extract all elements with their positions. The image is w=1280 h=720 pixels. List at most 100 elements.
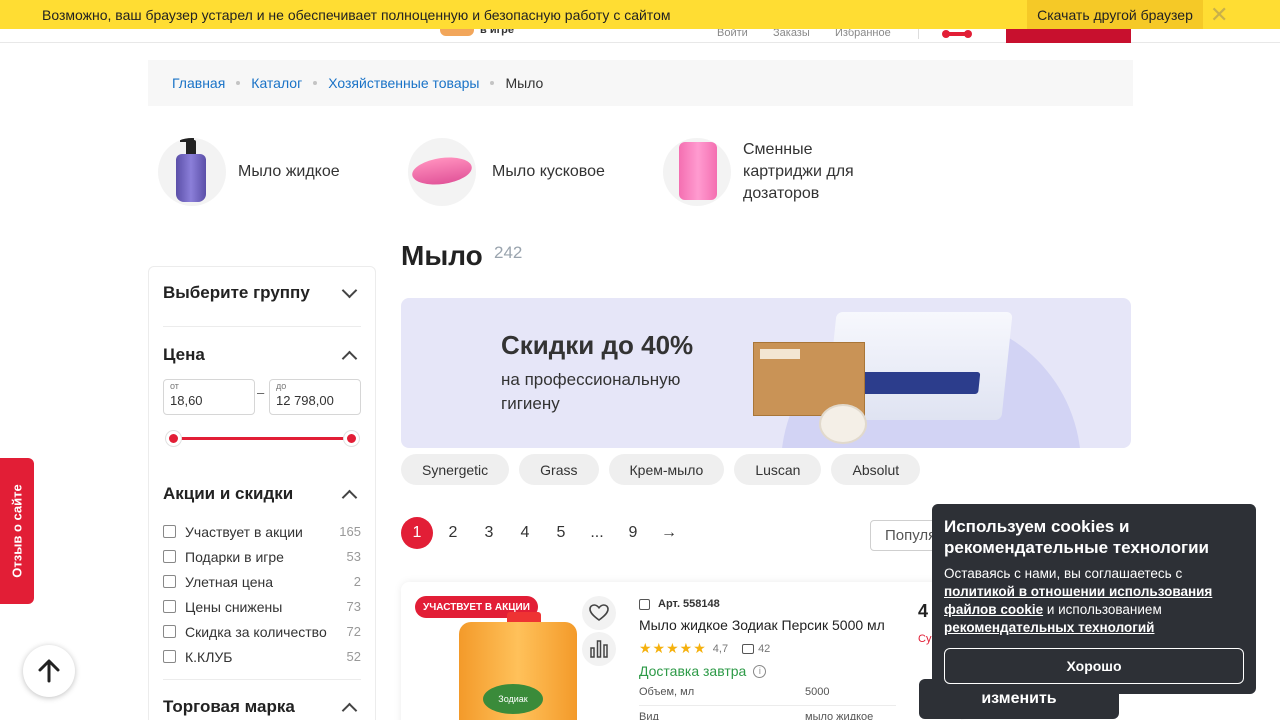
banner-subtitle: на профессиональную гигиену xyxy=(501,370,681,413)
cookie-accept-button[interactable]: Хорошо xyxy=(944,648,1244,684)
checkbox[interactable] xyxy=(163,625,176,638)
promo-banner[interactable]: Скидки до 40% на профессиональную гигиен… xyxy=(401,298,1131,448)
product-card[interactable]: УЧАСТВУЕТ В АКЦИИ Зодиак Арт. 558148 Мыл… xyxy=(401,582,961,720)
banner-title: Скидки до 40% xyxy=(501,330,694,360)
rating-value: 4,7 xyxy=(712,642,729,655)
prop-value: мыло жидкое xyxy=(805,711,874,720)
compare-icon[interactable] xyxy=(942,30,972,38)
promo-label: К.КЛУБ xyxy=(185,648,233,665)
promo-item[interactable]: Цены снижены 73 xyxy=(163,594,361,619)
brand-toggle[interactable]: Торговая марка xyxy=(163,697,361,718)
logo-image[interactable] xyxy=(440,29,474,36)
price-slider-track[interactable] xyxy=(173,437,351,440)
checkbox[interactable] xyxy=(163,575,176,588)
promo-label: Скидка за количество xyxy=(185,623,327,640)
heart-icon xyxy=(589,604,609,621)
subcategory-bar-soap[interactable]: Мыло кусковое xyxy=(408,138,605,206)
breadcrumb-household[interactable]: Хозяйственные товары xyxy=(328,75,479,91)
page-title: Мыло xyxy=(401,240,483,271)
promo-item[interactable]: Подарки в игре 53 xyxy=(163,544,361,569)
prop-key: Вид xyxy=(639,711,659,720)
promo-count: 73 xyxy=(346,599,361,614)
site-header: в игре Войти Заказы Избранное xyxy=(0,24,1280,43)
feedback-label: Отзыв о сайте xyxy=(9,484,25,578)
checkbox[interactable] xyxy=(163,550,176,563)
close-icon[interactable]: ✕ xyxy=(1210,2,1228,28)
page-9[interactable]: 9 xyxy=(615,517,651,549)
product-prop: Объем, мл 5000 xyxy=(639,686,896,698)
cookie-text-part: и использованием xyxy=(1043,602,1162,617)
chip-cream-soap[interactable]: Крем-мыло xyxy=(608,454,725,485)
checkbox[interactable] xyxy=(163,650,176,663)
subcategory-liquid-soap[interactable]: Мыло жидкое xyxy=(158,138,340,206)
compare-icon xyxy=(590,640,608,658)
site-feedback-tab[interactable]: Отзыв о сайте xyxy=(0,458,34,604)
page-5[interactable]: 5 xyxy=(543,517,579,549)
product-price: 4 xyxy=(918,601,929,621)
checkbox[interactable] xyxy=(163,525,176,538)
price-slider-min-handle[interactable] xyxy=(166,431,181,446)
price-note: Су xyxy=(918,633,932,645)
copy-icon[interactable] xyxy=(639,598,650,610)
outdated-browser-bar: Возможно, ваш браузер устарел и не обесп… xyxy=(0,0,1280,29)
download-browser-button[interactable]: Скачать другой браузер xyxy=(1027,0,1203,29)
recommendation-tech-link[interactable]: рекомендательных технологий xyxy=(944,620,1154,635)
price-to-field[interactable]: до 12 798,00 xyxy=(269,379,361,415)
filter-promo: Акции и скидки xyxy=(163,484,361,505)
promo-toggle[interactable]: Акции и скидки xyxy=(163,484,361,505)
product-rating: ★★★★★ 4,7 42 xyxy=(639,640,770,657)
brand-chips: Synergetic Grass Крем-мыло Luscan Absolu… xyxy=(401,454,921,485)
scroll-to-top-button[interactable] xyxy=(23,645,75,697)
chip-synergetic[interactable]: Synergetic xyxy=(401,454,510,485)
filter-group-toggle[interactable]: Выберите группу xyxy=(163,282,361,303)
promo-item[interactable]: К.КЛУБ 52 xyxy=(163,644,361,669)
price-from-field[interactable]: от 18,60 xyxy=(163,379,255,415)
price-slider-max-handle[interactable] xyxy=(344,431,359,446)
product-image[interactable]: Зодиак xyxy=(459,622,577,720)
cookie-text: Оставаясь с нами, вы соглашаетесь с поли… xyxy=(944,565,1244,637)
product-prop: Вид мыло жидкое xyxy=(639,711,896,720)
info-icon[interactable]: i xyxy=(753,664,767,678)
chevron-down-icon xyxy=(341,282,358,298)
subcategory-label: Мыло кусковое xyxy=(492,163,605,180)
subcategory-cartridges[interactable]: Сменные картриджи для дозаторов xyxy=(663,138,873,206)
promo-item[interactable]: Улетная цена 2 xyxy=(163,569,361,594)
filter-brand: Торговая марка xyxy=(163,697,361,718)
arrow-up-icon xyxy=(38,659,60,683)
promo-count: 53 xyxy=(346,549,361,564)
breadcrumb-separator xyxy=(313,81,318,85)
chip-grass[interactable]: Grass xyxy=(519,454,599,485)
filter-group: Выберите группу xyxy=(163,282,361,303)
price-toggle[interactable]: Цена xyxy=(163,345,361,366)
promo-item[interactable]: Скидка за количество 72 xyxy=(163,619,361,644)
review-icon xyxy=(742,643,755,654)
page-4[interactable]: 4 xyxy=(507,517,543,549)
page-1[interactable]: 1 xyxy=(401,517,433,549)
checkbox[interactable] xyxy=(163,600,176,613)
rating-stars-icon: ★★★★★ xyxy=(639,640,707,656)
promo-count: 2 xyxy=(353,574,361,589)
header-catalog-button[interactable] xyxy=(1006,29,1131,43)
review-count[interactable]: 42 xyxy=(758,643,770,655)
filter-price: Цена xyxy=(163,345,361,366)
compare-button[interactable] xyxy=(582,632,616,666)
chevron-up-icon xyxy=(341,350,358,366)
page-3[interactable]: 3 xyxy=(471,517,507,549)
breadcrumb-catalog[interactable]: Каталог xyxy=(251,75,302,91)
divider xyxy=(639,705,896,706)
page-2[interactable]: 2 xyxy=(435,517,471,549)
product-name[interactable]: Мыло жидкое Зодиак Персик 5000 мл xyxy=(639,617,885,633)
subcategory-label: Мыло жидкое xyxy=(238,163,340,180)
chip-absolut[interactable]: Absolut xyxy=(831,454,921,485)
sku-text: Арт. 558148 xyxy=(658,598,720,610)
promo-label: Цены снижены xyxy=(185,598,283,615)
page-next-arrow-icon[interactable]: → xyxy=(651,517,687,549)
breadcrumb-home[interactable]: Главная xyxy=(172,75,225,91)
promo-list: Участвует в акции 165 Подарки в игре 53 Ул… xyxy=(163,519,361,669)
favorite-button[interactable] xyxy=(582,596,616,630)
outdated-message: Возможно, ваш браузер устарел и не обесп… xyxy=(42,6,671,23)
page-ellipsis: ... xyxy=(590,524,604,541)
chip-luscan[interactable]: Luscan xyxy=(734,454,822,485)
promo-item[interactable]: Участвует в акции 165 xyxy=(163,519,361,544)
delivery-text: Доставка завтра xyxy=(639,663,747,679)
